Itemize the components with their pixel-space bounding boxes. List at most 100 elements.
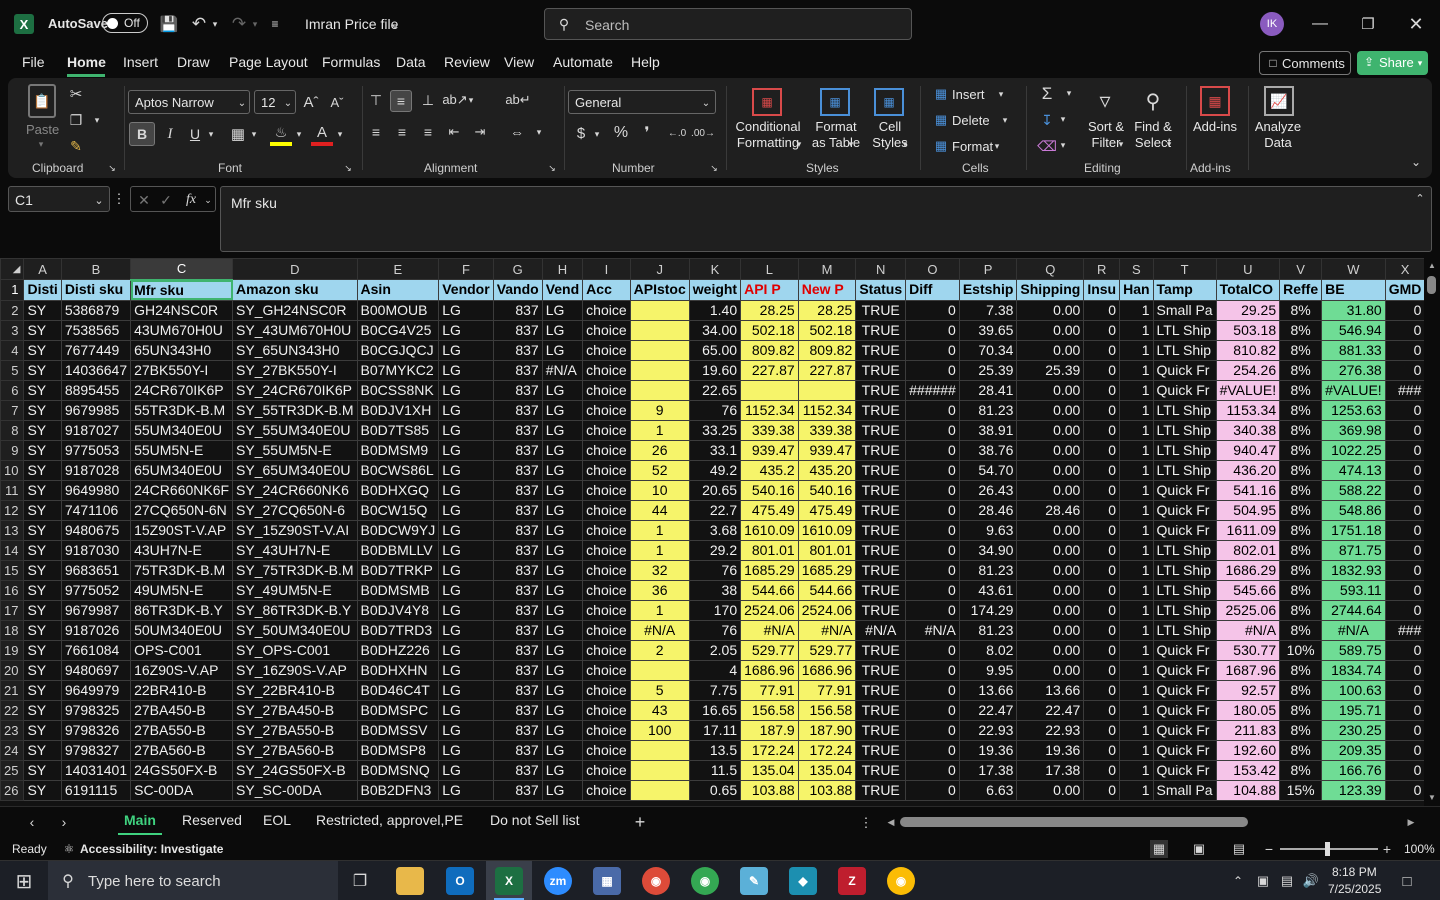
- table-cell[interactable]: 1022.25: [1321, 439, 1386, 461]
- merge-chevron-icon[interactable]: ▾: [534, 124, 544, 140]
- table-cell[interactable]: LG: [438, 619, 494, 641]
- table-cell[interactable]: 0.00: [1016, 459, 1085, 481]
- table-cell[interactable]: 7.38: [958, 299, 1018, 321]
- table-cell[interactable]: 0: [905, 779, 960, 801]
- table-cell[interactable]: choice: [582, 619, 631, 641]
- table-cell[interactable]: LG: [541, 759, 584, 781]
- table-cell[interactable]: 0: [1083, 719, 1121, 741]
- table-cell[interactable]: 9187026: [60, 619, 132, 641]
- format-painter-icon[interactable]: ✎: [66, 136, 86, 156]
- table-cell[interactable]: TRUE: [855, 639, 907, 661]
- tab-page-layout[interactable]: Page Layout: [229, 54, 308, 70]
- analyze-data-button[interactable]: Analyze Data: [1254, 119, 1302, 151]
- currency-icon[interactable]: $: [572, 122, 590, 144]
- tab-options-icon[interactable]: ⋮: [860, 813, 873, 833]
- insert-cells-icon[interactable]: ▦: [932, 86, 950, 102]
- table-cell[interactable]: LG: [438, 579, 494, 601]
- table-cell[interactable]: [629, 379, 690, 401]
- table-cell[interactable]: 0: [1384, 459, 1424, 481]
- table-cell[interactable]: 0: [905, 639, 960, 661]
- table-cell[interactable]: 27CQ650N-6N: [130, 499, 234, 521]
- tab-scroll-left-icon[interactable]: ‹: [24, 813, 40, 831]
- scroll-down-icon[interactable]: ▼: [1426, 792, 1438, 802]
- header-cell[interactable]: Reffe: [1279, 279, 1323, 301]
- table-cell[interactable]: 475.49: [740, 499, 799, 521]
- table-cell[interactable]: B0DMSSV: [356, 719, 440, 741]
- table-cell[interactable]: 475.49: [797, 499, 857, 521]
- table-cell[interactable]: 7471106: [60, 499, 132, 521]
- table-cell[interactable]: 38.76: [958, 439, 1018, 461]
- table-cell[interactable]: ######: [905, 379, 960, 401]
- format-cells-icon[interactable]: ▦: [932, 138, 950, 154]
- table-cell[interactable]: 9649979: [60, 679, 132, 701]
- table-cell[interactable]: #N/A: [1321, 619, 1386, 641]
- header-cell[interactable]: Vando: [492, 279, 543, 301]
- table-cell[interactable]: 0: [905, 759, 960, 781]
- table-cell[interactable]: 0: [1083, 619, 1121, 641]
- table-cell[interactable]: 22.47: [1016, 699, 1085, 721]
- format-as-table-chevron-icon[interactable]: ▾: [846, 137, 856, 151]
- table-cell[interactable]: choice: [582, 679, 631, 701]
- column-header[interactable]: D: [232, 258, 358, 280]
- table-cell[interactable]: 0: [1384, 339, 1424, 361]
- table-cell[interactable]: 503.18: [1215, 319, 1281, 341]
- table-cell[interactable]: 103.88: [740, 779, 799, 801]
- row-header[interactable]: 11: [0, 479, 25, 501]
- table-cell[interactable]: TRUE: [855, 659, 907, 681]
- table-cell[interactable]: 0: [905, 559, 960, 581]
- table-cell[interactable]: SY_SC-00DA: [232, 779, 358, 801]
- table-cell[interactable]: 0: [1083, 339, 1121, 361]
- table-cell[interactable]: SY_24GS50FX-B: [232, 759, 358, 781]
- table-cell[interactable]: choice: [582, 299, 631, 321]
- table-cell[interactable]: 39.65: [958, 319, 1018, 341]
- table-cell[interactable]: [797, 379, 857, 401]
- table-cell[interactable]: 81.23: [958, 399, 1018, 421]
- table-cell[interactable]: 0.00: [1016, 779, 1085, 801]
- table-cell[interactable]: B0D7TRKP: [356, 559, 440, 581]
- column-header[interactable]: E: [356, 258, 440, 280]
- minimize-icon[interactable]: —: [1308, 12, 1332, 36]
- table-cell[interactable]: 9649980: [60, 479, 132, 501]
- table-cell[interactable]: 529.77: [797, 639, 857, 661]
- table-cell[interactable]: 8%: [1279, 479, 1323, 501]
- table-cell[interactable]: LG: [541, 399, 584, 421]
- table-cell[interactable]: 9480675: [60, 519, 132, 541]
- calculator-icon[interactable]: ▦: [593, 867, 621, 895]
- table-cell[interactable]: 0: [1083, 399, 1121, 421]
- table-cell[interactable]: 22.47: [958, 699, 1018, 721]
- table-cell[interactable]: 801.01: [740, 539, 799, 561]
- table-cell[interactable]: 8%: [1279, 579, 1323, 601]
- redo-icon[interactable]: ↷: [228, 13, 250, 35]
- table-cell[interactable]: SY: [23, 539, 62, 561]
- row-header[interactable]: 17: [0, 599, 25, 621]
- table-cell[interactable]: 1.40: [688, 299, 742, 321]
- page-break-view-icon[interactable]: ▤: [1230, 840, 1248, 858]
- table-cell[interactable]: 0.00: [1016, 599, 1085, 621]
- table-cell[interactable]: 187.9: [740, 719, 799, 741]
- table-cell[interactable]: SY: [23, 359, 62, 381]
- table-cell[interactable]: 837: [492, 639, 543, 661]
- table-cell[interactable]: 192.60: [1215, 739, 1281, 761]
- table-cell[interactable]: 0: [1384, 579, 1424, 601]
- table-cell[interactable]: SY: [23, 519, 62, 541]
- table-cell[interactable]: Quick Fr: [1152, 639, 1217, 661]
- table-cell[interactable]: 100.63: [1321, 679, 1386, 701]
- table-cell[interactable]: 1: [1119, 559, 1154, 581]
- conditional-formatting-icon[interactable]: ▦: [752, 88, 782, 116]
- find-select-icon[interactable]: ⚲: [1138, 86, 1168, 116]
- column-header[interactable]: A: [23, 258, 62, 280]
- table-cell[interactable]: SY: [23, 479, 62, 501]
- table-cell[interactable]: LTL Ship: [1152, 459, 1217, 481]
- table-cell[interactable]: 25.39: [1016, 359, 1085, 381]
- table-cell[interactable]: 1: [1119, 519, 1154, 541]
- table-cell[interactable]: 0: [1083, 479, 1121, 501]
- table-cell[interactable]: [629, 779, 690, 801]
- hscroll-left-icon[interactable]: ◀: [886, 815, 896, 829]
- increase-indent-icon[interactable]: ⇥: [470, 122, 490, 142]
- table-cell[interactable]: 0: [905, 699, 960, 721]
- table-cell[interactable]: 8%: [1279, 619, 1323, 641]
- row-header[interactable]: 9: [0, 439, 25, 461]
- table-cell[interactable]: 837: [492, 399, 543, 421]
- table-cell[interactable]: LG: [541, 379, 584, 401]
- share-button[interactable]: ⇪ Share ▾: [1357, 51, 1428, 75]
